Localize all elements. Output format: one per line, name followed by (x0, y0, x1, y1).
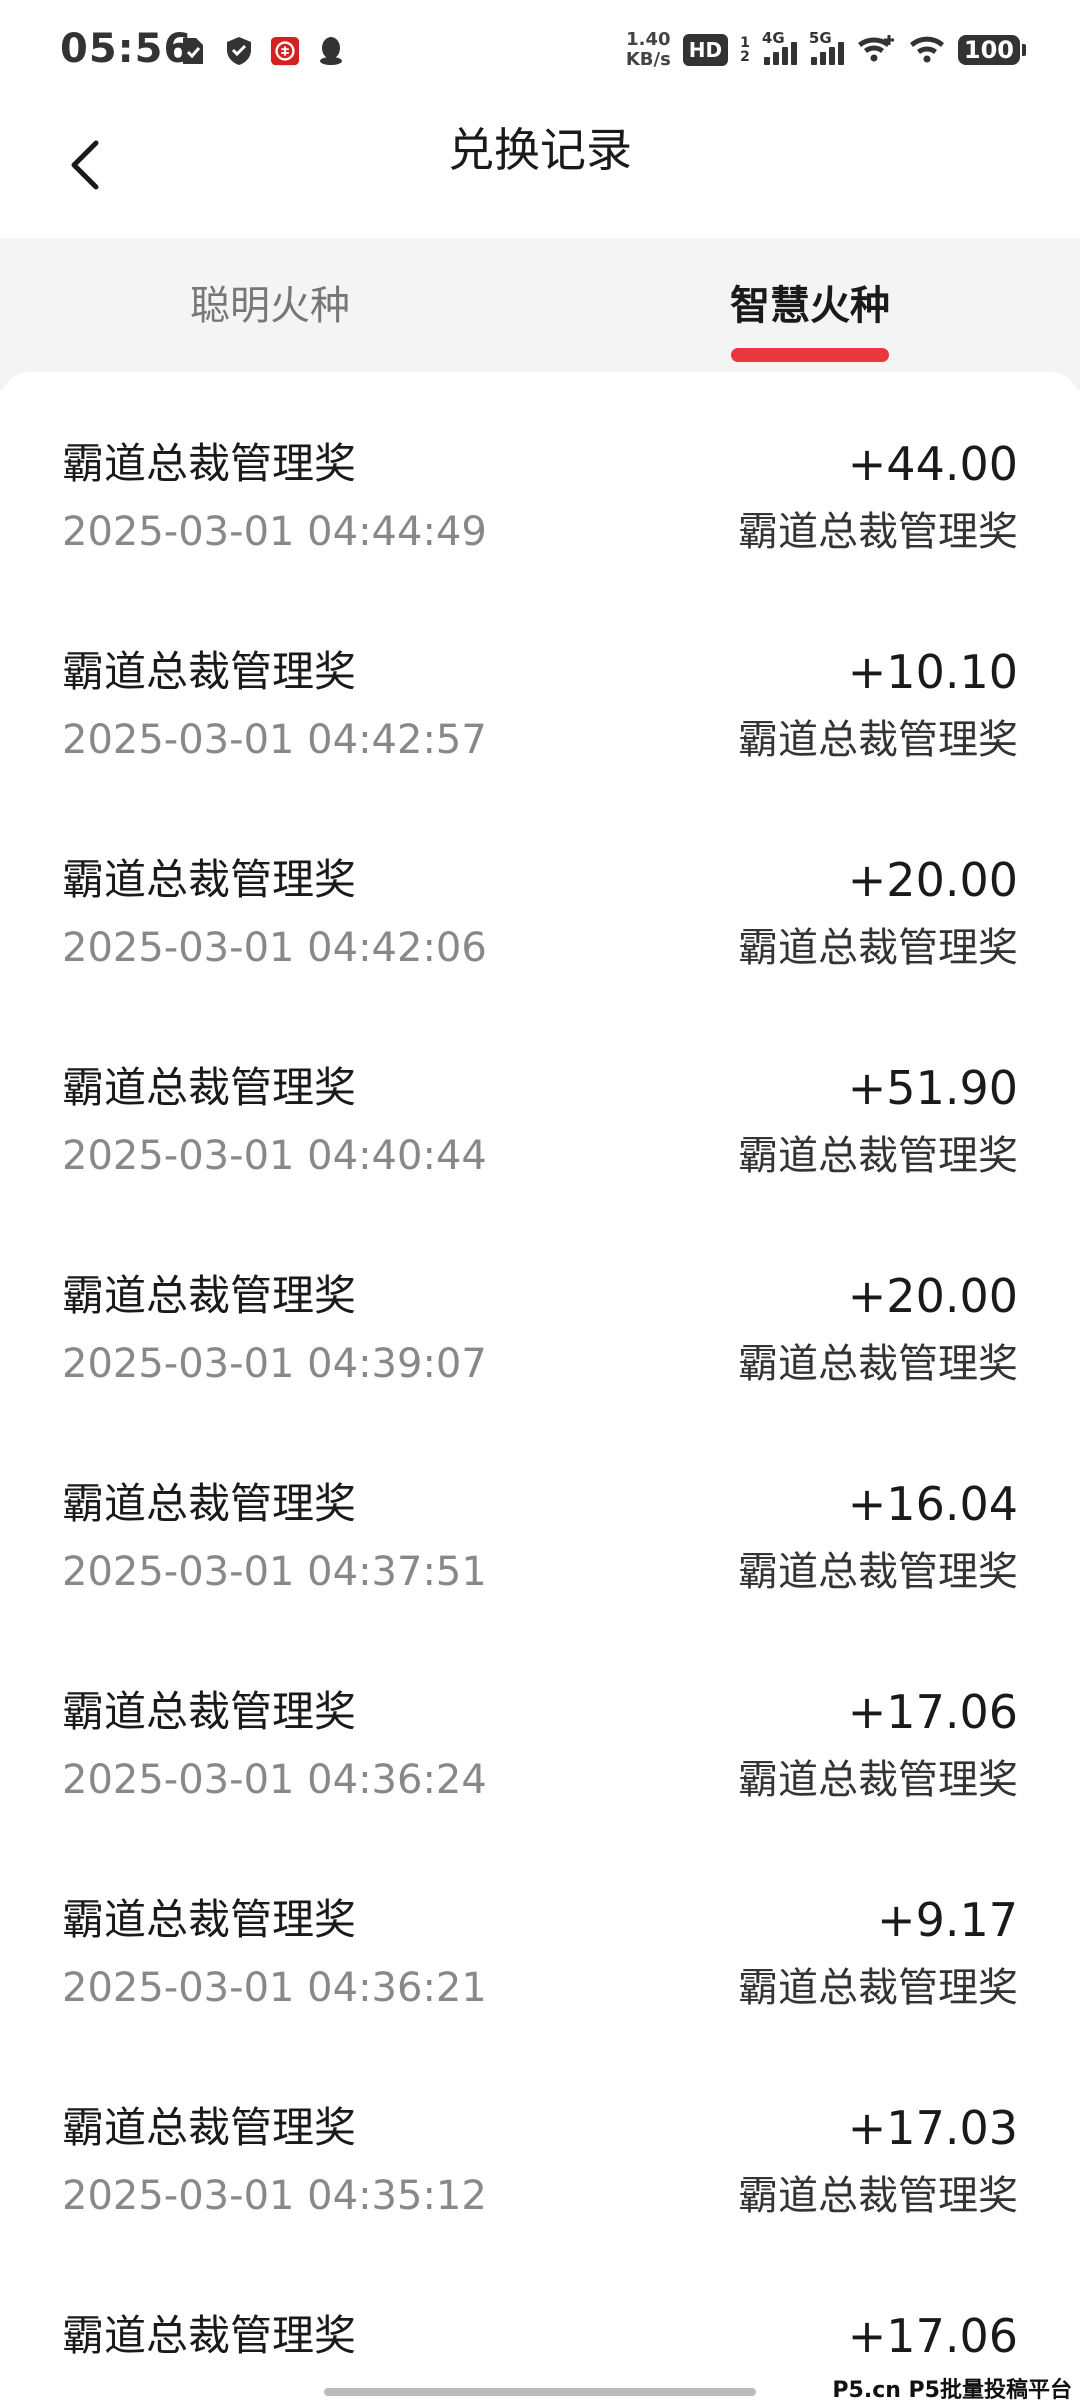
record-amount: +20.00 (847, 853, 1018, 907)
record-title: 霸道总裁管理奖 (62, 1479, 357, 1528)
signal-1-label: 4G (761, 29, 785, 47)
record-type: 霸道总裁管理奖 (738, 1133, 1018, 1179)
hd-sub: 1 2 (740, 36, 750, 64)
record-type: 霸道总裁管理奖 (738, 1757, 1018, 1803)
record-time: 2025-03-01 04:39:07 (62, 1341, 487, 1387)
tab-wisdom-spark[interactable]: 智慧火种 (630, 278, 990, 334)
record-title: 霸道总裁管理奖 (62, 855, 357, 904)
wifi-icon (908, 33, 946, 67)
home-indicator[interactable] (324, 2388, 756, 2396)
page-title: 兑换记录 (448, 123, 632, 177)
qq-icon (316, 34, 346, 68)
signal-icon: 5G (809, 29, 844, 65)
record-time: 2025-03-01 04:40:44 (62, 1133, 487, 1179)
record-title: 霸道总裁管理奖 (62, 647, 357, 696)
hd-badge: HD (682, 34, 729, 66)
record-type: 霸道总裁管理奖 (738, 2173, 1018, 2219)
sim-icon (178, 34, 208, 68)
list-item[interactable]: 霸道总裁管理奖 2025-03-01 04:44:49 +44.00 霸道总裁管… (0, 372, 1080, 580)
status-time: 05:56 (60, 26, 193, 72)
record-amount: +17.06 (847, 2309, 1018, 2363)
status-bar: 05:56 1.40 KB/s HD 1 2 4G 5G 100 (0, 0, 1080, 100)
record-type: 霸道总裁管理奖 (738, 717, 1018, 763)
record-amount: +51.90 (847, 1061, 1018, 1115)
net-speed-unit: KB/s (625, 49, 671, 70)
wifi-plus-icon (856, 33, 896, 67)
record-title: 霸道总裁管理奖 (62, 439, 357, 488)
record-time: 2025-03-01 04:42:57 (62, 717, 487, 763)
record-title: 霸道总裁管理奖 (62, 1687, 357, 1736)
hd-sub-top: 1 (740, 35, 750, 51)
record-amount: +16.04 (847, 1477, 1018, 1531)
record-time: 2025-03-01 04:37:51 (62, 1549, 487, 1595)
record-title: 霸道总裁管理奖 (62, 2311, 357, 2360)
record-type: 霸道总裁管理奖 (738, 925, 1018, 971)
record-title: 霸道总裁管理奖 (62, 1063, 357, 1112)
signal-2-label: 5G (808, 29, 832, 47)
status-notification-icons (178, 34, 346, 68)
tab-bar: 聪明火种 智慧火种 (0, 238, 1080, 390)
record-amount: +9.17 (877, 1893, 1018, 1947)
record-amount: +44.00 (847, 437, 1018, 491)
signal-icon: 4G (762, 29, 797, 65)
header: 兑换记录 (0, 100, 1080, 238)
record-amount: +17.03 (847, 2101, 1018, 2155)
list-item[interactable]: 霸道总裁管理奖 2025-03-01 04:42:57 +10.10 霸道总裁管… (0, 580, 1080, 788)
record-time: 2025-03-01 04:44:49 (62, 509, 487, 555)
record-time: 2025-03-01 04:35:12 (62, 2173, 487, 2219)
list-item[interactable]: 霸道总裁管理奖 2025-03-01 04:42:06 +20.00 霸道总裁管… (0, 788, 1080, 996)
record-type: 霸道总裁管理奖 (738, 1965, 1018, 2011)
record-amount: +20.00 (847, 1269, 1018, 1323)
tab-smart-spark[interactable]: 聪明火种 (90, 278, 450, 334)
list-item[interactable]: 霸道总裁管理奖 2025-03-01 04:35:12 +17.03 霸道总裁管… (0, 2036, 1080, 2244)
bank-app-icon (270, 34, 300, 68)
record-type: 霸道总裁管理奖 (738, 509, 1018, 555)
record-title: 霸道总裁管理奖 (62, 1271, 357, 1320)
list-item[interactable]: 霸道总裁管理奖 2025-03-01 04:40:44 +51.90 霸道总裁管… (0, 996, 1080, 1204)
record-time: 2025-03-01 04:36:21 (62, 1965, 487, 2011)
record-amount: +17.06 (847, 1685, 1018, 1739)
battery-icon: 100 (957, 35, 1027, 65)
list-item[interactable]: 霸道总裁管理奖 2025-03-01 04:36:24 +17.06 霸道总裁管… (0, 1620, 1080, 1828)
record-time: 2025-03-01 04:42:06 (62, 925, 487, 971)
record-time: 2025-03-01 04:36:24 (62, 1757, 487, 1803)
record-type: 霸道总裁管理奖 (738, 1341, 1018, 1387)
net-speed-value: 1.40 (626, 29, 671, 50)
record-title: 霸道总裁管理奖 (62, 1895, 357, 1944)
record-amount: +10.10 (847, 645, 1018, 699)
status-system-icons: 1.40 KB/s HD 1 2 4G 5G 100 (626, 29, 1027, 70)
record-title: 霸道总裁管理奖 (62, 2103, 357, 2152)
list-item[interactable]: 霸道总裁管理奖 2025-03-01 04:39:07 +20.00 霸道总裁管… (0, 1204, 1080, 1412)
shield-icon (224, 34, 254, 68)
list-item[interactable]: 霸道总裁管理奖 2025-03-01 04:37:51 +16.04 霸道总裁管… (0, 1412, 1080, 1620)
record-type: 霸道总裁管理奖 (738, 1549, 1018, 1595)
watermark: P5.cn P5批量投稿平台 (828, 2372, 1076, 2400)
records-list[interactable]: 霸道总裁管理奖 2025-03-01 04:44:49 +44.00 霸道总裁管… (0, 372, 1080, 2400)
list-item[interactable]: 霸道总裁管理奖 2025-03-01 04:36:21 +9.17 霸道总裁管理… (0, 1828, 1080, 2036)
active-tab-indicator (731, 348, 889, 362)
net-speed: 1.40 KB/s (626, 30, 671, 70)
hd-sub-bottom: 2 (740, 49, 750, 65)
